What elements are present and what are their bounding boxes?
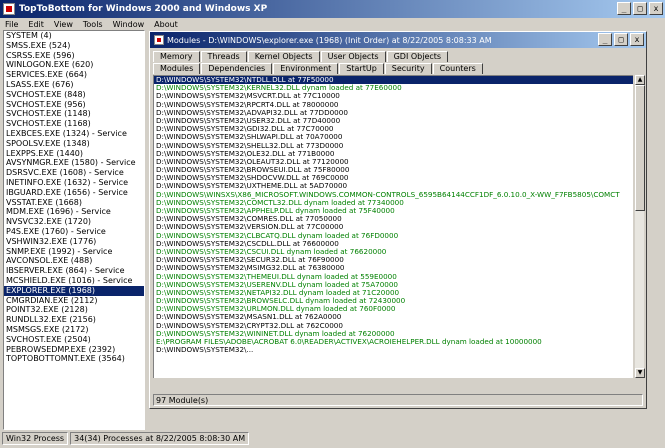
window-controls: _ □ x (617, 2, 663, 15)
modules-list[interactable]: D:\WINDOWS\SYSTEM32\NTDLL.DLL at 77F5000… (153, 75, 633, 378)
process-list-item[interactable]: SMSS.EXE (524) (4, 41, 144, 51)
app-icon[interactable] (3, 3, 15, 15)
module-list-item[interactable]: D:\WINDOWS\SYSTEM32\... (154, 345, 633, 354)
process-list-item[interactable]: LSASS.EXE (676) (4, 80, 144, 90)
process-list-item[interactable]: SPOOLSV.EXE (1348) (4, 139, 144, 149)
process-list-item[interactable]: SVCHOST.EXE (2504) (4, 335, 144, 345)
tab-user-objects[interactable]: User Objects (320, 51, 386, 62)
process-list-item[interactable]: MDM.EXE (1696) - Service (4, 207, 144, 217)
child-maximize-button[interactable]: □ (614, 33, 628, 46)
statusbar: Win32 Process 34(34) Processes at 8/22/2… (0, 431, 665, 446)
tab-gdi-objects[interactable]: GDI Objects (386, 51, 449, 62)
process-list-item[interactable]: NVSVC32.EXE (1720) (4, 217, 144, 227)
menu-edit[interactable]: Edit (23, 20, 49, 29)
process-list-item[interactable]: SNMP.EXE (1992) - Service (4, 247, 144, 257)
modules-window-titlebar[interactable]: Modules - D:\WINDOWS\explorer.exe (1968)… (150, 32, 646, 48)
scroll-down-arrow-icon[interactable]: ▼ (635, 368, 645, 378)
process-list-item[interactable]: IBGUARD.EXE (1656) - Service (4, 188, 144, 198)
modules-window-icon[interactable] (154, 35, 164, 45)
minimize-button[interactable]: _ (617, 2, 631, 15)
tab-dependencies[interactable]: Dependencies (201, 63, 273, 74)
tab-row-2: Modules Dependencies Environment StartUp… (153, 63, 484, 74)
process-list-item[interactable]: AVCONSOL.EXE (488) (4, 256, 144, 266)
child-close-button[interactable]: x (630, 33, 644, 46)
tab-memory[interactable]: Memory (153, 51, 200, 62)
modules-window: Modules - D:\WINDOWS\explorer.exe (1968)… (149, 31, 647, 409)
process-list-item[interactable]: MCSHIELD.EXE (1016) - Service (4, 276, 144, 286)
process-list-item[interactable]: P4S.EXE (1760) - Service (4, 227, 144, 237)
tab-startup[interactable]: StartUp (339, 63, 384, 74)
process-list-item[interactable]: IBSERVER.EXE (864) - Service (4, 266, 144, 276)
menu-window[interactable]: Window (108, 20, 150, 29)
menu-about[interactable]: About (149, 20, 183, 29)
app-title: TopToBottom for Windows 2000 and Windows… (19, 4, 268, 14)
process-list-item[interactable]: VSSTAT.EXE (1668) (4, 198, 144, 208)
modules-window-title: Modules - D:\WINDOWS\explorer.exe (1968)… (167, 35, 492, 45)
process-list-item[interactable]: AVSYNMGR.EXE (1580) - Service (4, 158, 144, 168)
child-minimize-button[interactable]: _ (598, 33, 612, 46)
process-list-item[interactable]: EXPLORER.EXE (1968) (4, 285, 144, 296)
process-list-item[interactable]: WINLOGON.EXE (620) (4, 60, 144, 70)
process-list[interactable]: SYSTEM (4) SMSS.EXE (524) CSRSS.EXE (596) W… (3, 30, 145, 430)
process-list-item[interactable]: POINT32.EXE (2128) (4, 305, 144, 315)
process-list-item[interactable]: INETINFO.EXE (1632) - Service (4, 178, 144, 188)
scroll-thumb[interactable] (635, 85, 645, 211)
process-list-item[interactable]: SVCHOST.EXE (956) (4, 100, 144, 110)
tab-kernel-objects[interactable]: Kernel Objects (247, 51, 320, 62)
scroll-up-arrow-icon[interactable]: ▲ (635, 75, 645, 85)
status-process-count: 34(34) Processes at 8/22/2005 8:08:30 AM (70, 432, 250, 445)
process-list-item[interactable]: VSHWIN32.EXE (1776) (4, 237, 144, 247)
process-list-item[interactable]: SVCHOST.EXE (1168) (4, 119, 144, 129)
tab-security[interactable]: Security (384, 63, 432, 74)
tab-modules[interactable]: Modules (153, 63, 201, 74)
process-list-item[interactable]: DSRSVC.EXE (1608) - Service (4, 168, 144, 178)
tab-row-1: Memory Threads Kernel Objects User Objec… (153, 51, 449, 62)
status-process-type: Win32 Process (2, 432, 69, 445)
tab-threads[interactable]: Threads (200, 51, 247, 62)
menu-file[interactable]: File (0, 20, 23, 29)
process-list-item[interactable]: CSRSS.EXE (596) (4, 51, 144, 61)
modules-window-controls: _ □ x (598, 33, 644, 46)
menu-tools[interactable]: Tools (78, 20, 108, 29)
modules-scrollbar[interactable]: ▲ ▼ (634, 75, 645, 378)
menu-view[interactable]: View (49, 20, 78, 29)
process-list-item[interactable]: SYSTEM (4) (4, 31, 144, 41)
app-titlebar[interactable]: TopToBottom for Windows 2000 and Windows… (0, 0, 665, 18)
maximize-button[interactable]: □ (633, 2, 647, 15)
menubar: File Edit View Tools Window About (0, 18, 665, 30)
close-button[interactable]: x (649, 2, 663, 15)
modules-count-status: 97 Module(s) (153, 394, 643, 406)
process-list-item[interactable]: SVCHOST.EXE (848) (4, 90, 144, 100)
process-list-item[interactable]: PEBROWSEDMP.EXE (2392) (4, 345, 144, 355)
process-list-item[interactable]: TOPTOBOTTOMNT.EXE (3564) (4, 354, 144, 364)
process-list-item[interactable]: RUNDLL32.EXE (2156) (4, 315, 144, 325)
process-list-item[interactable]: SVCHOST.EXE (1148) (4, 109, 144, 119)
tab-counters[interactable]: Counters (432, 63, 483, 74)
process-list-item[interactable]: MSMSGS.EXE (2172) (4, 325, 144, 335)
tab-environment[interactable]: Environment (273, 63, 339, 74)
process-list-item[interactable]: SERVICES.EXE (664) (4, 70, 144, 80)
process-list-item[interactable]: LEXBCES.EXE (1324) - Service (4, 129, 144, 139)
process-list-item[interactable]: LEXPPS.EXE (1440) (4, 149, 144, 159)
process-list-item[interactable]: CMGRDIAN.EXE (2112) (4, 296, 144, 306)
